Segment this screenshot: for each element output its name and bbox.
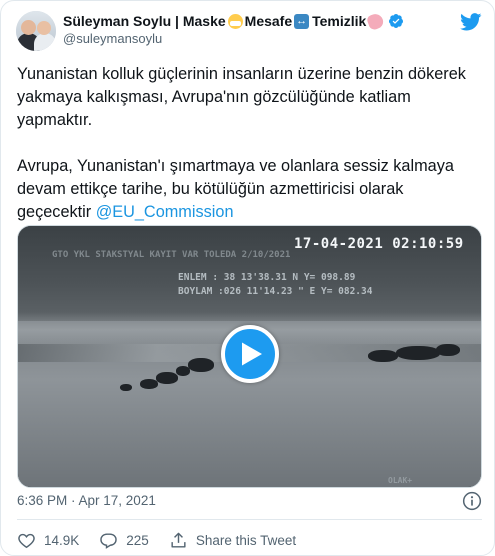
like-button[interactable]: 14.9K	[17, 531, 79, 550]
scene-figure	[156, 372, 178, 384]
video-osd-row1: GTO YKL STAKSTYAL KAYIT VAR TOLEDA 2/10/…	[52, 250, 291, 260]
heart-icon	[18, 533, 35, 548]
author-display-name-part2[interactable]: Mesafe	[245, 13, 292, 29]
reply-count: 225	[126, 532, 149, 548]
scene-figure	[368, 350, 398, 362]
verified-badge-icon	[389, 14, 404, 28]
tweet-actions: 14.9K 225 Share this Tweet	[17, 530, 316, 550]
tweet-timestamp[interactable]: 6:36 PM · Apr 17, 2021	[17, 493, 156, 508]
video-osd-datetime: 17-04-2021 02:10:59	[294, 236, 464, 252]
mention-link[interactable]: @EU_Commission	[96, 203, 234, 221]
play-button[interactable]	[221, 325, 279, 383]
soap-emoji-icon	[366, 11, 386, 31]
video-thumbnail[interactable]: 17-04-2021 02:10:59 GTO YKL STAKSTYAL KA…	[17, 225, 482, 488]
scene-figure	[396, 346, 440, 360]
video-osd-row2: ENLEM : 38 13'38.31 N Y= 098.89	[178, 272, 356, 283]
author-display-name[interactable]: Süleyman Soylu | Maske	[63, 13, 226, 29]
play-icon	[242, 342, 262, 366]
tweet-card: Süleyman Soylu | Maske Mesafe ↔ Temizlik…	[0, 0, 495, 556]
author-display-name-part3[interactable]: Temizlik	[312, 13, 366, 29]
author-avatar[interactable]	[16, 11, 56, 51]
author-handle[interactable]: @suleymansoylu	[63, 31, 162, 46]
scene-figure	[120, 384, 132, 391]
scene-figure	[436, 344, 460, 356]
scene-figure	[140, 379, 158, 389]
share-label: Share this Tweet	[195, 532, 297, 548]
like-count: 14.9K	[44, 532, 80, 548]
left-right-arrow-emoji-icon: ↔	[294, 13, 310, 29]
reply-bubble-icon	[100, 532, 118, 549]
tweet-paragraph-2-text: Avrupa, Yunanistan'ı şımartmaya ve olanl…	[17, 157, 459, 221]
author-name-row[interactable]: Süleyman Soylu | Maske Mesafe ↔ Temizlik	[63, 11, 404, 31]
mask-face-emoji-icon	[227, 13, 243, 29]
twitter-bird-icon[interactable]	[460, 13, 482, 31]
divider	[17, 519, 482, 520]
reply-button[interactable]: 225	[99, 531, 149, 550]
video-osd-row3: BOYLAM :026 11'14.23 " E Y= 082.34	[178, 286, 373, 297]
share-icon	[171, 532, 186, 548]
tweet-text: Yunanistan kolluk güçlerinin insanların …	[17, 63, 482, 224]
share-button[interactable]: Share this Tweet	[169, 531, 296, 550]
tweet-paragraph-1: Yunanistan kolluk güçlerinin insanların …	[17, 65, 471, 129]
tweet-paragraph-2: Avrupa, Yunanistan'ı şımartmaya ve olanl…	[17, 155, 482, 224]
info-icon[interactable]	[462, 491, 482, 511]
scene-figure	[188, 358, 214, 372]
video-osd-corner: OLAK+	[388, 476, 413, 485]
